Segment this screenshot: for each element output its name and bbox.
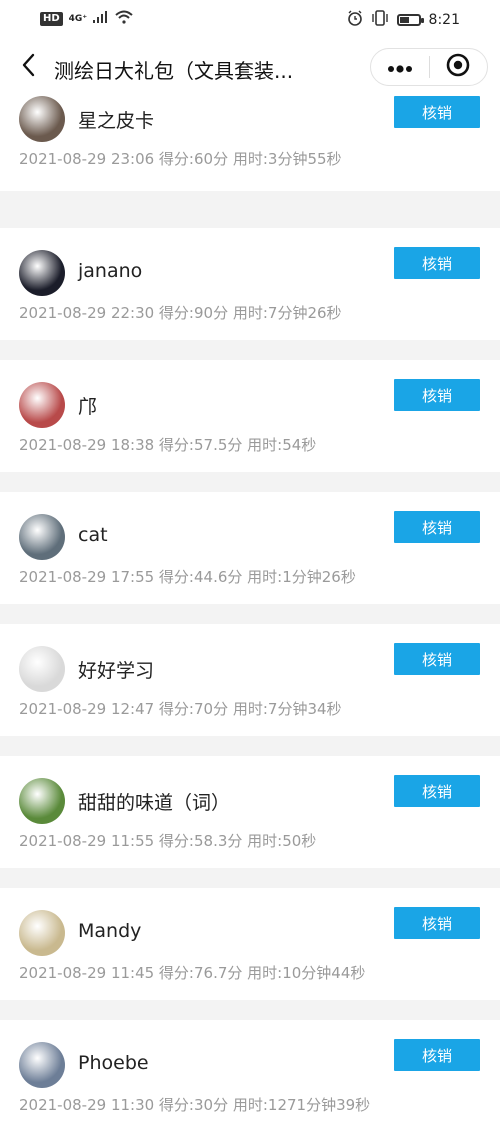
- avatar: [19, 1042, 65, 1088]
- close-button[interactable]: [429, 49, 487, 85]
- record-item: cat 核销 2021-08-29 17:55 得分:44.6分 用时:1分钟26秒: [0, 492, 500, 604]
- user-name: janano: [78, 260, 143, 282]
- network-badge: 4G⁺: [68, 14, 88, 24]
- chevron-left-icon: [21, 53, 37, 81]
- verify-button[interactable]: 核销: [394, 775, 480, 807]
- verify-button[interactable]: 核销: [394, 379, 480, 411]
- hd-badge: HD: [40, 12, 63, 26]
- wifi-icon: [115, 10, 133, 28]
- back-button[interactable]: [14, 52, 44, 82]
- record-item: Phoebe 核销 2021-08-29 11:30 得分:30分 用时:1271分…: [0, 1020, 500, 1132]
- signal-icon: [93, 11, 109, 27]
- record-item: Mandy 核销 2021-08-29 11:45 得分:76.7分 用时:10分钟…: [0, 888, 500, 1000]
- record-meta: 2021-08-29 18:38 得分:57.5分 用时:54秒: [19, 436, 317, 454]
- user-name: Mandy: [78, 920, 142, 942]
- record-meta: 2021-08-29 11:45 得分:76.7分 用时:10分钟44秒: [19, 964, 366, 982]
- more-dots-icon: [387, 58, 413, 77]
- verify-button[interactable]: 核销: [394, 643, 480, 675]
- user-name: 甜甜的味道（词）: [78, 792, 231, 814]
- record-item: janano 核销 2021-08-29 22:30 得分:90分 用时:7分钟26…: [0, 228, 500, 340]
- verify-button[interactable]: 核销: [394, 511, 480, 543]
- record-item: 星之皮卡 核销 2021-08-29 23:06 得分:60分 用时:3分钟55秒: [0, 96, 500, 191]
- clock: 8:21: [428, 12, 460, 28]
- verify-button[interactable]: 核销: [394, 907, 480, 939]
- verify-button[interactable]: 核销: [394, 96, 480, 128]
- record-meta: 2021-08-29 23:06 得分:60分 用时:3分钟55秒: [19, 150, 342, 168]
- record-meta: 2021-08-29 11:30 得分:30分 用时:1271分钟39秒: [19, 1096, 371, 1114]
- verify-button[interactable]: 核销: [394, 1039, 480, 1071]
- status-left: HD 4G⁺: [40, 10, 133, 28]
- avatar: [19, 250, 65, 296]
- verify-button[interactable]: 核销: [394, 247, 480, 279]
- avatar: [19, 382, 65, 428]
- battery-icon: [396, 14, 424, 26]
- user-name: 好好学习: [78, 660, 155, 682]
- mini-program-capsule: [370, 48, 488, 86]
- alarm-icon: [347, 10, 363, 30]
- record-item: 好好学习 核销 2021-08-29 12:47 得分:70分 用时:7分钟34秒: [0, 624, 500, 736]
- vibrate-icon: [371, 10, 389, 30]
- user-name: Phoebe: [78, 1052, 149, 1074]
- avatar: [19, 778, 65, 824]
- record-meta: 2021-08-29 22:30 得分:90分 用时:7分钟26秒: [19, 304, 342, 322]
- record-meta: 2021-08-29 11:55 得分:58.3分 用时:50秒: [19, 832, 317, 850]
- page-title: 测绘日大礼包（文具套装...: [54, 59, 294, 83]
- status-right: 8:21: [347, 10, 460, 30]
- user-name: 邝: [78, 396, 98, 418]
- avatar: [19, 96, 65, 142]
- status-bar: HD 4G⁺ 8:21: [0, 0, 500, 38]
- target-circle-icon: [446, 53, 470, 81]
- user-name: cat: [78, 524, 108, 546]
- avatar: [19, 910, 65, 956]
- avatar: [19, 514, 65, 560]
- avatar: [19, 646, 65, 692]
- more-button[interactable]: [371, 49, 429, 85]
- user-name: 星之皮卡: [78, 110, 155, 132]
- nav-bar: 测绘日大礼包（文具套装...: [0, 38, 500, 98]
- record-meta: 2021-08-29 12:47 得分:70分 用时:7分钟34秒: [19, 700, 342, 718]
- record-meta: 2021-08-29 17:55 得分:44.6分 用时:1分钟26秒: [19, 568, 356, 586]
- record-item: 邝 核销 2021-08-29 18:38 得分:57.5分 用时:54秒: [0, 360, 500, 472]
- record-item: 甜甜的味道（词） 核销 2021-08-29 11:55 得分:58.3分 用时:5…: [0, 756, 500, 868]
